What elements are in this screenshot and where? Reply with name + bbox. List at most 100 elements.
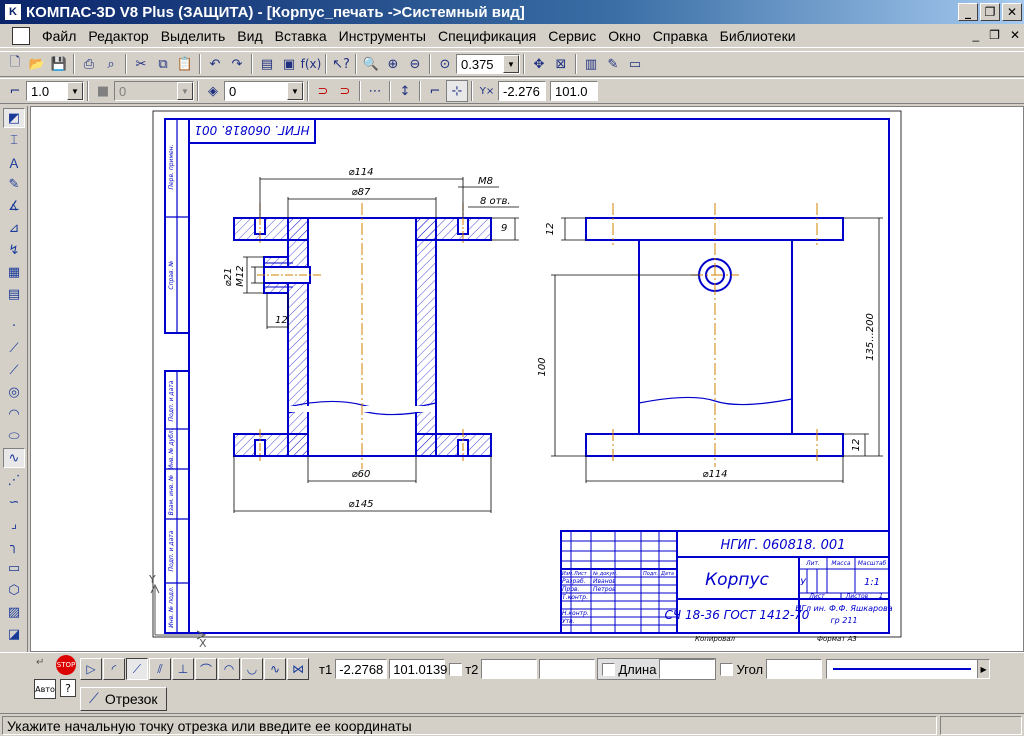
- round-icon[interactable]: ⌐: [424, 80, 446, 102]
- circle-tool-icon[interactable]: ◎: [3, 382, 25, 402]
- grid-icon[interactable]: ⋯: [364, 80, 386, 102]
- associative-views-icon[interactable]: ▦: [3, 262, 25, 282]
- menu-file[interactable]: Файл: [36, 28, 82, 44]
- mdi-restore-button[interactable]: ❐: [989, 28, 1000, 42]
- menu-window[interactable]: Окно: [602, 28, 647, 44]
- chevron-down-icon[interactable]: ▼: [67, 82, 83, 100]
- measure-toolset-icon[interactable]: ⊿: [3, 218, 25, 238]
- line-scale-combo[interactable]: 1.0 ▼: [26, 81, 84, 101]
- snap-magnet-icon[interactable]: ⊃: [312, 80, 334, 102]
- tangent-segment-icon[interactable]: ⌒: [195, 658, 217, 680]
- menu-libraries[interactable]: Библиотеки: [714, 28, 802, 44]
- spec-toolset-icon[interactable]: ▤: [3, 284, 25, 304]
- menu-tools[interactable]: Инструменты: [333, 28, 432, 44]
- snap-active-icon[interactable]: ⊹: [446, 80, 468, 102]
- auto-create-button[interactable]: Авто: [34, 679, 56, 699]
- tab-segment[interactable]: ⟋ Отрезок: [80, 687, 167, 711]
- undo-icon[interactable]: ↶: [204, 53, 226, 75]
- rectangle-tool-icon[interactable]: ▭: [3, 558, 25, 578]
- menu-select[interactable]: Выделить: [155, 28, 232, 44]
- mode-arc-icon[interactable]: ◜: [103, 658, 125, 680]
- t1-x-field[interactable]: -2.2768: [335, 659, 388, 679]
- menu-view[interactable]: Вид: [231, 28, 268, 44]
- document-icon[interactable]: [12, 26, 30, 45]
- t1-y-field[interactable]: 101.0139: [389, 659, 447, 679]
- mdi-minimize-button[interactable]: _: [972, 28, 979, 42]
- tangent-two-curves-icon[interactable]: ◠: [218, 658, 240, 680]
- mdi-close-button[interactable]: ✕: [1010, 28, 1020, 42]
- local-cs-icon[interactable]: ⌐: [4, 80, 26, 102]
- layers-icon[interactable]: ▭: [624, 53, 646, 75]
- select-toolset-icon[interactable]: ↯: [3, 240, 25, 260]
- open-icon[interactable]: 📂: [26, 53, 48, 75]
- dimensions-toolset-icon[interactable]: ⌶: [3, 130, 25, 150]
- view-state-icon[interactable]: ■: [92, 80, 114, 102]
- parallel-segment-icon[interactable]: ⫽: [149, 658, 171, 680]
- contour-tool-icon[interactable]: ⬡: [3, 580, 25, 600]
- close-button[interactable]: ✕: [1002, 3, 1022, 21]
- menu-insert[interactable]: Вставка: [269, 28, 333, 44]
- refresh-icon[interactable]: ▥: [580, 53, 602, 75]
- zoom-out-icon[interactable]: ⊖: [404, 53, 426, 75]
- zoom-scale-icon[interactable]: ⊙: [434, 53, 456, 75]
- fillet-tool-icon[interactable]: ╮: [3, 536, 25, 556]
- zoom-in-icon[interactable]: ⊕: [382, 53, 404, 75]
- editing-toolset-icon[interactable]: ✎: [3, 174, 25, 194]
- restore-button[interactable]: ❐: [980, 3, 1000, 21]
- segment-mode-icon[interactable]: ⟋: [126, 658, 148, 680]
- drawing-canvas[interactable]: НГИГ. 060818. 001 Перв. примен. Справ. №…: [30, 106, 1024, 652]
- line-style-combo[interactable]: ▶: [826, 659, 991, 679]
- fill-tool-icon[interactable]: ◪: [3, 624, 25, 644]
- orthogonal-icon[interactable]: ↕: [394, 80, 416, 102]
- redo-icon[interactable]: ↷: [226, 53, 248, 75]
- properties-icon[interactable]: ✎: [602, 53, 624, 75]
- arc-tool-icon[interactable]: ◠: [3, 404, 25, 424]
- bisector-icon[interactable]: ∿: [264, 658, 286, 680]
- cut-icon[interactable]: ✂: [130, 53, 152, 75]
- pan-icon[interactable]: ✥: [528, 53, 550, 75]
- print-preview-icon[interactable]: ⌕: [100, 53, 122, 75]
- coord-x-field[interactable]: -2.276: [498, 81, 546, 101]
- manager-icon[interactable]: ▣: [278, 53, 300, 75]
- t2-y-field[interactable]: [539, 659, 596, 679]
- multi-segment-icon[interactable]: ⋈: [287, 658, 309, 680]
- chevron-down-icon[interactable]: ▼: [503, 55, 519, 73]
- segment-through-point-icon[interactable]: ◡: [241, 658, 263, 680]
- polyline-tool-icon[interactable]: ⋰: [3, 470, 25, 490]
- zoom-window-icon[interactable]: 🔍: [360, 53, 382, 75]
- segment-tool-icon[interactable]: ⟋: [3, 360, 25, 380]
- ellipse-tool-icon[interactable]: ⬭: [3, 426, 25, 446]
- chevron-down-icon[interactable]: ▼: [287, 82, 303, 100]
- stop-icon[interactable]: STOP: [56, 655, 76, 675]
- bezier-tool-icon[interactable]: ∽: [3, 492, 25, 512]
- length-field[interactable]: [659, 659, 716, 679]
- t2-x-field[interactable]: [481, 659, 538, 679]
- paste-icon[interactable]: 📋: [174, 53, 196, 75]
- parametrization-toolset-icon[interactable]: ∡: [3, 196, 25, 216]
- point-tool-icon[interactable]: ·: [3, 316, 25, 336]
- angle-field[interactable]: [766, 659, 823, 679]
- save-icon[interactable]: 💾: [48, 53, 70, 75]
- perpendicular-segment-icon[interactable]: ⊥: [172, 658, 194, 680]
- length-checkbox[interactable]: [602, 662, 616, 676]
- designations-toolset-icon[interactable]: Ａ: [3, 152, 25, 172]
- angle-checkbox[interactable]: [720, 662, 734, 676]
- menu-edit[interactable]: Редактор: [82, 28, 154, 44]
- tree-icon[interactable]: ▤: [256, 53, 278, 75]
- chevron-right-icon[interactable]: ▶: [977, 660, 990, 678]
- variables-icon[interactable]: f(x): [300, 53, 322, 75]
- menu-help[interactable]: Справка: [647, 28, 714, 44]
- minimize-button[interactable]: _: [958, 3, 978, 21]
- t2-checkbox[interactable]: [449, 662, 463, 676]
- layer-combo[interactable]: 0 ▼: [224, 81, 304, 101]
- zoom-combo[interactable]: 0.375 ▼: [456, 54, 520, 74]
- spline-tool-icon[interactable]: ∿: [3, 448, 25, 468]
- new-document-icon[interactable]: 🗋: [4, 53, 26, 75]
- chamfer-tool-icon[interactable]: ⌟: [3, 514, 25, 534]
- print-icon[interactable]: ⎙: [78, 53, 100, 75]
- aux-line-tool-icon[interactable]: ⟋: [3, 338, 25, 358]
- menu-specification[interactable]: Спецификация: [432, 28, 542, 44]
- copy-icon[interactable]: ⧉: [152, 53, 174, 75]
- hatch-tool-icon[interactable]: ▨: [3, 602, 25, 622]
- help-pointer-icon[interactable]: ↖?: [330, 53, 352, 75]
